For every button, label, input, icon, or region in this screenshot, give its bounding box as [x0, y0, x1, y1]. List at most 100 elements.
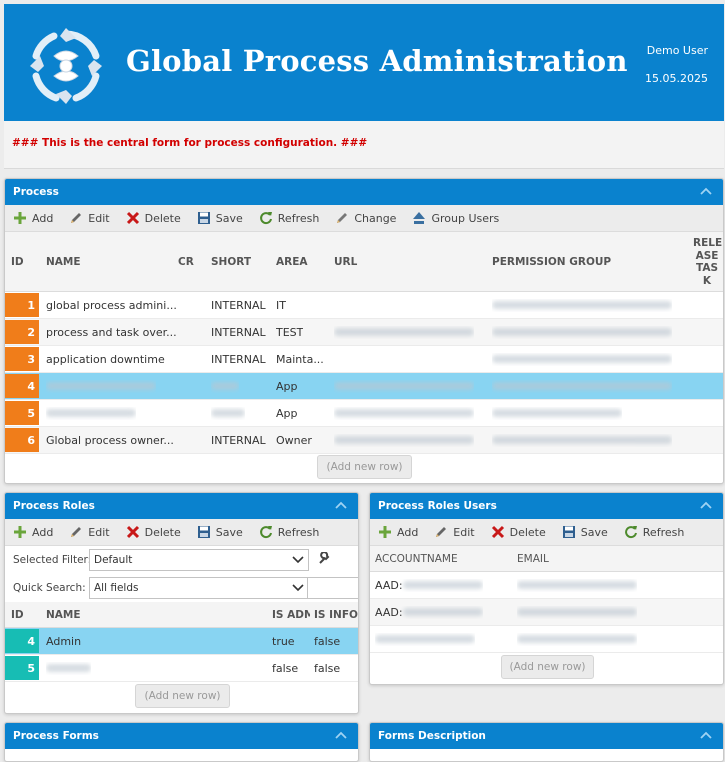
col-header-email[interactable]: EMAIL — [517, 553, 549, 565]
col-header-is-info[interactable]: IS INFO — [314, 609, 358, 621]
col-header-accountname[interactable]: ACCOUNTNAME — [375, 553, 458, 565]
floppy-icon — [197, 526, 210, 538]
table-row[interactable]: 1 global process admini... INTERNAL IT — [5, 292, 723, 319]
add-button[interactable]: Add — [13, 525, 53, 539]
plus-icon — [14, 212, 26, 224]
table-row-selected[interactable]: 4 App — [5, 373, 723, 400]
users-toolbar: Add Edit Delete Save Refresh — [370, 519, 723, 546]
refresh-icon — [624, 526, 637, 539]
row-short: INTERNAL — [211, 326, 266, 339]
row-accountname — [375, 633, 475, 646]
table-row[interactable]: 6 Global process owner... INTERNAL Owner — [5, 427, 723, 454]
col-header-release-task[interactable]: RELE ASE TAS K — [693, 237, 722, 287]
wrench-icon[interactable] — [317, 552, 331, 566]
col-header-id[interactable]: ID — [11, 256, 24, 268]
row-area: TEST — [276, 326, 304, 339]
save-button[interactable]: Save — [197, 525, 243, 539]
row-short: INTERNAL — [211, 353, 266, 366]
grid-header: ID NAME IS ADM IS INFO — [5, 602, 358, 628]
col-header-permission-group[interactable]: PERMISSION GROUP — [492, 256, 611, 268]
info-banner: ### This is the central form for process… — [4, 121, 724, 169]
selected-filter-dropdown[interactable]: Default — [89, 549, 309, 571]
row-permission-group — [492, 353, 672, 366]
col-header-url[interactable]: URL — [334, 256, 357, 268]
chevron-up-icon[interactable] — [334, 729, 348, 741]
row-permission-group — [492, 326, 672, 339]
page-title: Global Process Administration — [126, 44, 628, 78]
table-row[interactable]: 3 application downtime INTERNAL Mainta..… — [5, 346, 723, 373]
row-accountname: AAD: — [375, 579, 483, 592]
table-row[interactable]: AAD: — [370, 572, 723, 599]
row-name: global process admini... — [46, 299, 176, 312]
row-id: 4 — [5, 374, 39, 398]
row-permission-group — [492, 407, 622, 420]
add-button[interactable]: Add — [13, 211, 53, 225]
banner-text: ### This is the central form for process… — [12, 137, 368, 149]
col-header-name[interactable]: NAME — [46, 256, 81, 268]
row-url — [334, 380, 474, 393]
row-short — [211, 380, 239, 393]
delete-button[interactable]: Delete — [126, 211, 181, 225]
row-id: 5 — [5, 401, 39, 425]
delete-button[interactable]: Delete — [126, 525, 181, 539]
col-header-id[interactable]: ID — [11, 609, 24, 621]
row-name: process and task over... — [46, 326, 176, 339]
save-button[interactable]: Save — [197, 211, 243, 225]
roles-toolbar: Add Edit Delete Save Refresh — [5, 519, 358, 546]
grid-header: ID NAME CR SHORT AREA URL PERMISSION GRO… — [5, 232, 723, 292]
refresh-button[interactable]: Refresh — [624, 525, 684, 539]
col-header-area[interactable]: AREA — [276, 256, 308, 268]
add-new-row-button[interactable]: (Add new row) — [501, 655, 594, 679]
row-permission-group — [492, 380, 672, 393]
table-row[interactable]: 5 App — [5, 400, 723, 427]
add-new-row-button[interactable]: (Add new row) — [135, 684, 230, 708]
row-area: IT — [276, 299, 286, 312]
selected-filter-label: Selected Filter: — [13, 554, 92, 566]
quick-search-dropdown[interactable]: All fields — [89, 577, 309, 599]
row-short: INTERNAL — [211, 299, 266, 312]
table-row[interactable]: 5 false false — [5, 655, 358, 682]
delete-button[interactable]: Delete — [491, 525, 546, 539]
panel-title: Process — [13, 186, 59, 198]
row-is-info: false — [314, 662, 341, 675]
table-row[interactable]: AAD: — [370, 599, 723, 626]
col-header-name[interactable]: NAME — [46, 609, 81, 621]
table-row[interactable]: 2 process and task over... INTERNAL TEST — [5, 319, 723, 346]
refresh-icon — [259, 526, 272, 539]
panel-title: Process Roles Users — [378, 500, 497, 512]
change-icon — [337, 213, 348, 223]
col-header-is-admin[interactable]: IS ADM — [272, 609, 310, 621]
change-button[interactable]: Change — [335, 211, 396, 225]
quick-search-input[interactable] — [307, 577, 358, 599]
row-is-info: false — [314, 635, 341, 648]
col-header-short[interactable]: SHORT — [211, 256, 251, 268]
process-roles-users-panel: Process Roles Users Add Edit Delete Save… — [369, 492, 724, 685]
row-permission-group — [492, 299, 672, 312]
table-row-selected[interactable]: 4 Admin true false — [5, 628, 358, 655]
pencil-icon — [436, 527, 447, 537]
panel-title: Forms Description — [378, 730, 486, 742]
process-toolbar: Add Edit Delete Save Refresh Change Grou… — [5, 205, 723, 232]
panel-header: Process Forms — [5, 723, 358, 749]
row-is-admin: false — [272, 662, 299, 675]
chevron-up-icon[interactable] — [699, 499, 713, 511]
process-forms-panel: Process Forms — [4, 722, 359, 762]
chevron-down-icon — [292, 584, 304, 592]
save-button[interactable]: Save — [562, 525, 608, 539]
col-header-cr[interactable]: CR — [178, 256, 194, 268]
refresh-button[interactable]: Refresh — [259, 525, 319, 539]
process-panel: Process Add Edit Delete Save Refresh Cha… — [4, 178, 724, 484]
edit-button[interactable]: Edit — [69, 211, 110, 225]
refresh-button[interactable]: Refresh — [259, 211, 319, 225]
add-new-row-button[interactable]: (Add new row) — [317, 455, 412, 479]
group-users-button[interactable]: Group Users — [412, 211, 499, 225]
table-row[interactable] — [370, 626, 723, 653]
edit-button[interactable]: Edit — [69, 525, 110, 539]
chevron-up-icon[interactable] — [699, 185, 713, 197]
edit-button[interactable]: Edit — [434, 525, 475, 539]
add-button[interactable]: Add — [378, 525, 418, 539]
chevron-up-icon[interactable] — [699, 729, 713, 741]
panel-title: Process Forms — [13, 730, 99, 742]
chevron-up-icon[interactable] — [334, 499, 348, 511]
user-name[interactable]: Demo User — [647, 44, 708, 57]
